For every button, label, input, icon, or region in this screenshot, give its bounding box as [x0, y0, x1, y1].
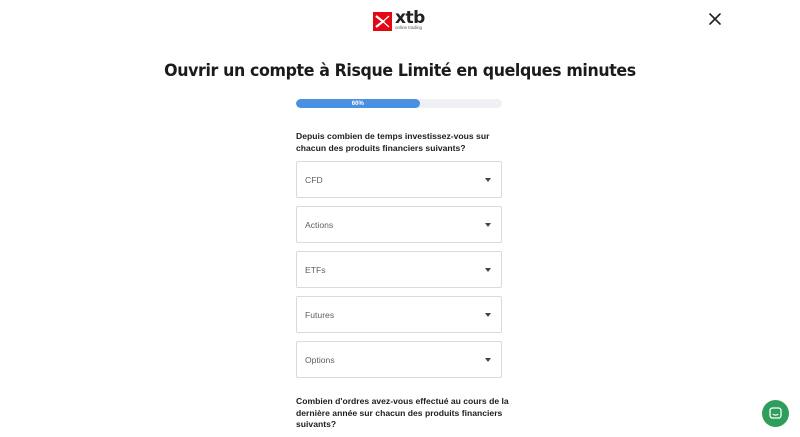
select-options[interactable]: Options — [296, 341, 502, 378]
chat-button[interactable] — [762, 400, 789, 427]
select-label: Options — [305, 354, 335, 365]
select-label: Futures — [305, 309, 335, 320]
question-orders: Combien d'ordres avez-vous effectué au c… — [296, 396, 509, 429]
select-label: Actions — [305, 219, 334, 230]
xtb-logo: xtb online trading — [373, 10, 427, 34]
progress-bar: 60% — [296, 99, 502, 108]
xtb-logo-mark — [373, 12, 392, 31]
select-etfs[interactable]: ETFs — [296, 251, 502, 288]
chevron-down-icon — [485, 223, 491, 227]
question-experience: Depuis combien de temps investissez-vous… — [296, 131, 490, 153]
select-actions[interactable]: Actions — [296, 206, 502, 243]
chat-icon — [769, 407, 782, 419]
chevron-down-icon — [485, 268, 491, 272]
chevron-down-icon — [485, 358, 491, 362]
progress-fill: 60% — [296, 99, 420, 108]
select-label: CFD — [305, 174, 323, 185]
progress-label: 60% — [351, 100, 364, 107]
page-title: Ouvrir un compte à Risque Limité en quel… — [164, 61, 636, 81]
select-futures[interactable]: Futures — [296, 296, 502, 333]
select-cfd[interactable]: CFD — [296, 161, 502, 198]
chevron-down-icon — [485, 178, 491, 182]
close-button[interactable] — [706, 10, 724, 28]
logo-subtitle: online trading — [395, 25, 423, 30]
close-icon — [709, 13, 721, 25]
select-label: ETFs — [305, 264, 326, 275]
chevron-down-icon — [485, 313, 491, 317]
